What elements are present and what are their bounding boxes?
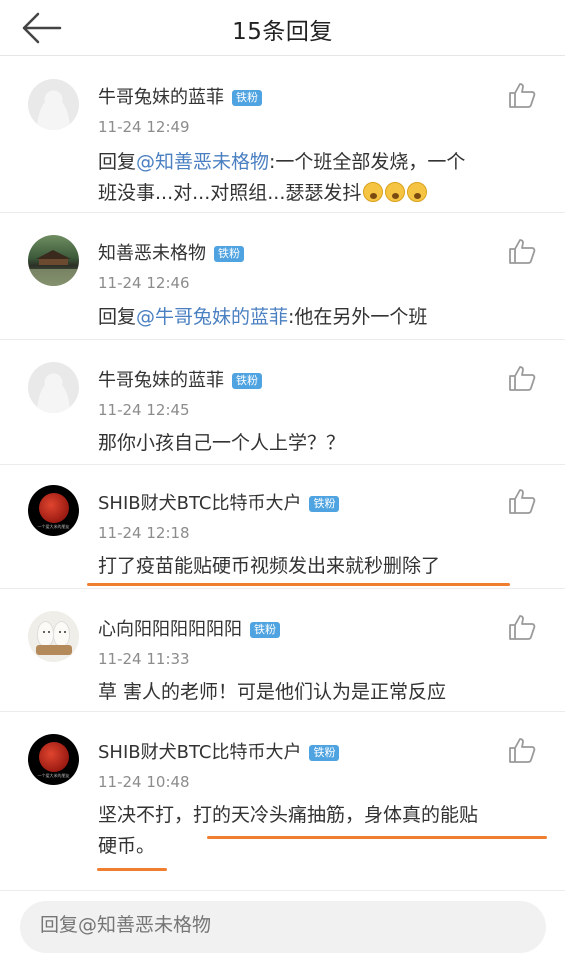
reply-box[interactable] xyxy=(20,901,546,953)
comment-text: 回复@牛哥兔妹的蓝菲:他在另外一个班 xyxy=(98,306,428,328)
red-moon-icon xyxy=(39,493,69,523)
fan-badge: 铁粉 xyxy=(309,496,340,512)
timestamp: 11-24 10:48 xyxy=(98,773,190,791)
list-item: 牛哥兔妹的蓝菲 铁粉 11-24 12:49 回复@知善恶未格物:一个班全部发烧，… xyxy=(0,57,565,213)
comment-text: 那你小孩自己一个人上学？？ xyxy=(98,432,346,454)
timestamp: 11-24 12:18 xyxy=(98,524,190,542)
list-item: 牛哥兔妹的蓝菲 铁粉 11-24 12:45 那你小孩自己一个人上学？？ xyxy=(0,340,565,465)
avatar[interactable] xyxy=(28,362,79,413)
fan-badge: 铁粉 xyxy=(250,622,280,638)
mention-link[interactable]: @知善恶未格物 xyxy=(136,151,269,173)
fan-badge: 铁粉 xyxy=(232,373,262,389)
pavilion-photo-icon xyxy=(28,250,79,286)
like-button[interactable] xyxy=(508,488,536,514)
thumbs-up-icon xyxy=(509,615,536,640)
username[interactable]: 心向阳阳阳阳阳阳 铁粉 xyxy=(98,615,280,641)
username[interactable]: 牛哥兔妹的蓝菲 铁粉 xyxy=(98,83,262,109)
reply-input[interactable] xyxy=(40,914,520,936)
avatar[interactable]: 一个爱大米的朋友 xyxy=(28,734,79,785)
like-button[interactable] xyxy=(508,82,536,108)
timestamp: 11-24 11:33 xyxy=(98,650,190,668)
bunny-icon xyxy=(37,621,54,647)
red-moon-icon xyxy=(39,742,69,772)
thumbs-up-icon xyxy=(509,366,536,391)
avatar[interactable] xyxy=(28,611,79,662)
comment-text: 坚决不打，打的天冷头痛抽筋，身体真的能贴 硬币。 xyxy=(98,804,479,857)
avatar[interactable]: 一个爱大米的朋友 xyxy=(28,485,79,536)
like-button[interactable] xyxy=(508,737,536,763)
like-button[interactable] xyxy=(508,238,536,264)
avatar-caption: 一个爱大米的朋友 xyxy=(37,524,70,529)
comment-text: 回复@知善恶未格物:一个班全部发烧，一个 班没事...对...对照组...瑟瑟发… xyxy=(98,151,466,204)
astonished-face-icon xyxy=(407,182,428,202)
thumbs-up-icon xyxy=(509,83,536,108)
comment-text: 打了疫苗能贴硬币视频发出来就秒删除了 xyxy=(98,555,441,577)
list-item: 一个爱大米的朋友 SHIB财犬BTC比特币大户 铁粉 11-24 12:18 打了… xyxy=(0,465,565,589)
highlight-underline xyxy=(87,583,510,586)
top-bar: 15条回复 xyxy=(0,0,565,56)
astonished-face-icon xyxy=(385,182,406,202)
mention-link[interactable]: @牛哥兔妹的蓝菲 xyxy=(136,306,288,328)
highlight-underline xyxy=(207,836,547,839)
list-item: 知善恶未格物 铁粉 11-24 12:46 回复@牛哥兔妹的蓝菲:他在另外一个班 xyxy=(0,213,565,340)
like-button[interactable] xyxy=(508,365,536,391)
highlight-underline xyxy=(97,868,167,871)
fan-badge: 铁粉 xyxy=(232,90,262,106)
like-button[interactable] xyxy=(508,614,536,640)
astonished-face-icon xyxy=(363,182,384,202)
username[interactable]: SHIB财犬BTC比特币大户 铁粉 xyxy=(98,489,340,515)
username[interactable]: 知善恶未格物 铁粉 xyxy=(98,239,244,265)
avatar-caption: 一个爱大米的朋友 xyxy=(37,773,70,778)
page-title: 15条回复 xyxy=(232,19,333,45)
list-item: 心向阳阳阳阳阳阳 铁粉 11-24 11:33 草 害人的老师！可是他们认为是正常… xyxy=(0,589,565,712)
username[interactable]: 牛哥兔妹的蓝菲 铁粉 xyxy=(98,366,262,392)
thumbs-up-icon xyxy=(509,738,536,763)
comment-text: 草 害人的老师！可是他们认为是正常反应 xyxy=(98,681,447,703)
thumbs-up-icon xyxy=(509,239,536,264)
reply-bar xyxy=(0,890,565,960)
avatar[interactable] xyxy=(28,235,79,286)
timestamp: 11-24 12:49 xyxy=(98,118,190,136)
fan-badge: 铁粉 xyxy=(214,246,244,262)
timestamp: 11-24 12:46 xyxy=(98,274,190,292)
username[interactable]: SHIB财犬BTC比特币大户 铁粉 xyxy=(98,738,340,764)
reply-list: 牛哥兔妹的蓝菲 铁粉 11-24 12:49 回复@知善恶未格物:一个班全部发烧，… xyxy=(0,57,565,882)
list-item: 一个爱大米的朋友 SHIB财犬BTC比特币大户 铁粉 11-24 10:48 坚决… xyxy=(0,712,565,882)
bunny-icon xyxy=(53,621,70,647)
fan-badge: 铁粉 xyxy=(309,745,340,761)
avatar[interactable] xyxy=(28,79,79,130)
thumbs-up-icon xyxy=(509,489,536,514)
timestamp: 11-24 12:45 xyxy=(98,401,190,419)
